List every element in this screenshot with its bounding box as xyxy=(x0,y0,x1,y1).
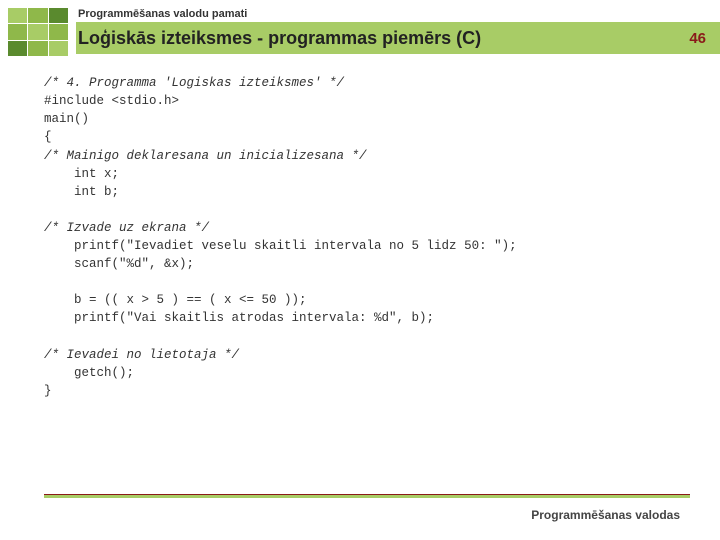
course-name: Programmēšanas valodu pamati xyxy=(76,6,720,22)
slide-title: Loģiskās izteiksmes - programmas piemērs… xyxy=(78,28,481,49)
code-line: { xyxy=(44,128,720,146)
code-line: #include <stdio.h> xyxy=(44,92,720,110)
code-block-2: /* Izvade uz ekrana */ printf("Ievadiet … xyxy=(44,219,720,273)
code-line: /* Izvade uz ekrana */ xyxy=(44,219,720,237)
slide-number: 46 xyxy=(689,30,710,47)
code-block-4: /* Ievadei no lietotaja */ getch(); } xyxy=(44,346,720,400)
logo-icon xyxy=(8,8,68,56)
code-line: scanf("%d", &x); xyxy=(44,255,720,273)
code-line: printf("Vai skaitlis atrodas intervala: … xyxy=(44,309,720,327)
code-line: printf("Ievadiet veselu skaitli interval… xyxy=(44,237,720,255)
code-line: b = (( x > 5 ) == ( x <= 50 )); xyxy=(44,291,720,309)
code-line: /* Ievadei no lietotaja */ xyxy=(44,346,720,364)
code-line: getch(); xyxy=(44,364,720,382)
code-block-3: b = (( x > 5 ) == ( x <= 50 )); printf("… xyxy=(44,291,720,327)
code-block-1: /* 4. Programma 'Logiskas izteiksmes' */… xyxy=(44,74,720,201)
footer-divider xyxy=(44,494,690,498)
header-text-block: Programmēšanas valodu pamati Loģiskās iz… xyxy=(76,6,720,54)
code-line: main() xyxy=(44,110,720,128)
code-content: /* 4. Programma 'Logiskas izteiksmes' */… xyxy=(0,56,720,400)
code-line: /* Mainigo deklaresana un inicializesana… xyxy=(44,147,720,165)
footer-text: Programmēšanas valodas xyxy=(531,508,680,522)
code-line: int b; xyxy=(44,183,720,201)
code-line: /* 4. Programma 'Logiskas izteiksmes' */ xyxy=(44,74,720,92)
code-line: } xyxy=(44,382,720,400)
slide-header: Programmēšanas valodu pamati Loģiskās iz… xyxy=(0,0,720,56)
code-line: int x; xyxy=(44,165,720,183)
title-bar: Loģiskās izteiksmes - programmas piemērs… xyxy=(76,22,720,54)
